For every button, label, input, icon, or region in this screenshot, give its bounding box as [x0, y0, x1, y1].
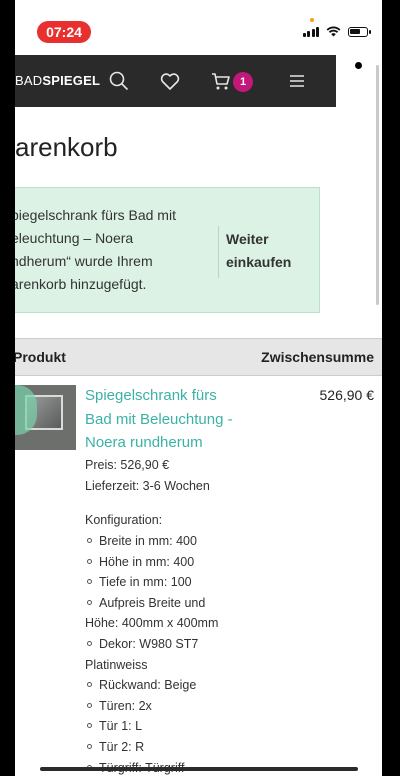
- configuration-list: Breite in mm: 400 Höhe in mm: 400 Tiefe …: [85, 531, 270, 776]
- status-time: 07:24: [37, 21, 91, 43]
- product-thumbnail[interactable]: [15, 385, 76, 450]
- site-header: BADSPIEGEL 1: [15, 55, 336, 107]
- config-item: Tür 2: R: [85, 737, 270, 758]
- config-item: Tür 1: L: [85, 716, 270, 737]
- notice-divider: [218, 226, 219, 278]
- cellular-signal-icon: [302, 26, 319, 37]
- status-bar: 07:24: [15, 0, 382, 55]
- search-icon[interactable]: [107, 69, 131, 93]
- privacy-indicator-dot: [310, 18, 314, 22]
- status-icons: [302, 26, 371, 37]
- cart-count-badge[interactable]: 1: [233, 72, 253, 92]
- product-name-link[interactable]: Spiegelschrank fürs Bad mit Beleuchtung …: [85, 384, 265, 455]
- delivery-time: Lieferzeit: 3-6 Wochen: [85, 479, 210, 493]
- phone-screen: 07:24 BADSPIEGEL 1 arenkorb piegelschran…: [15, 0, 382, 776]
- column-product: Produkt: [15, 349, 66, 365]
- config-item: Dekor: W980 ST7: [85, 634, 270, 655]
- config-item-continued: Höhe: 400mm x 400mm: [85, 616, 219, 631]
- menu-icon[interactable]: [285, 69, 309, 93]
- home-indicator[interactable]: [40, 767, 358, 771]
- config-item: Rückwand: Beige: [85, 675, 270, 696]
- cart-notice: piegelschrank fürs Bad mit eleuchtung – …: [15, 187, 320, 313]
- page-title: arenkorb: [15, 132, 118, 162]
- config-item: Höhe in mm: 400: [85, 552, 270, 573]
- config-item: Türen: 2x: [85, 696, 270, 717]
- line-subtotal: 526,90 €: [319, 387, 375, 403]
- notice-message: piegelschrank fürs Bad mit eleuchtung – …: [15, 207, 176, 292]
- cart-icon[interactable]: [209, 69, 233, 93]
- cart-table-header: Produkt Zwischensumme: [15, 338, 382, 376]
- config-item: Aufpreis Breite und: [85, 593, 270, 614]
- scrollbar[interactable]: [376, 65, 379, 305]
- site-logo[interactable]: BADSPIEGEL: [15, 73, 100, 88]
- config-item: Tiefe in mm: 100: [85, 572, 270, 593]
- configuration-title: Konfiguration:: [85, 513, 163, 527]
- config-item-continued: Platinweiss: [85, 657, 148, 672]
- product-price: Preis: 526,90 €: [85, 458, 170, 472]
- heart-icon[interactable]: [158, 69, 182, 93]
- indicator-dot: [355, 62, 362, 69]
- battery-icon: [348, 26, 371, 37]
- continue-shopping-button[interactable]: Weiter einkaufen: [226, 228, 291, 274]
- config-item: Breite in mm: 400: [85, 531, 270, 552]
- column-subtotal: Zwischensumme: [261, 349, 374, 365]
- wifi-icon: [326, 26, 341, 37]
